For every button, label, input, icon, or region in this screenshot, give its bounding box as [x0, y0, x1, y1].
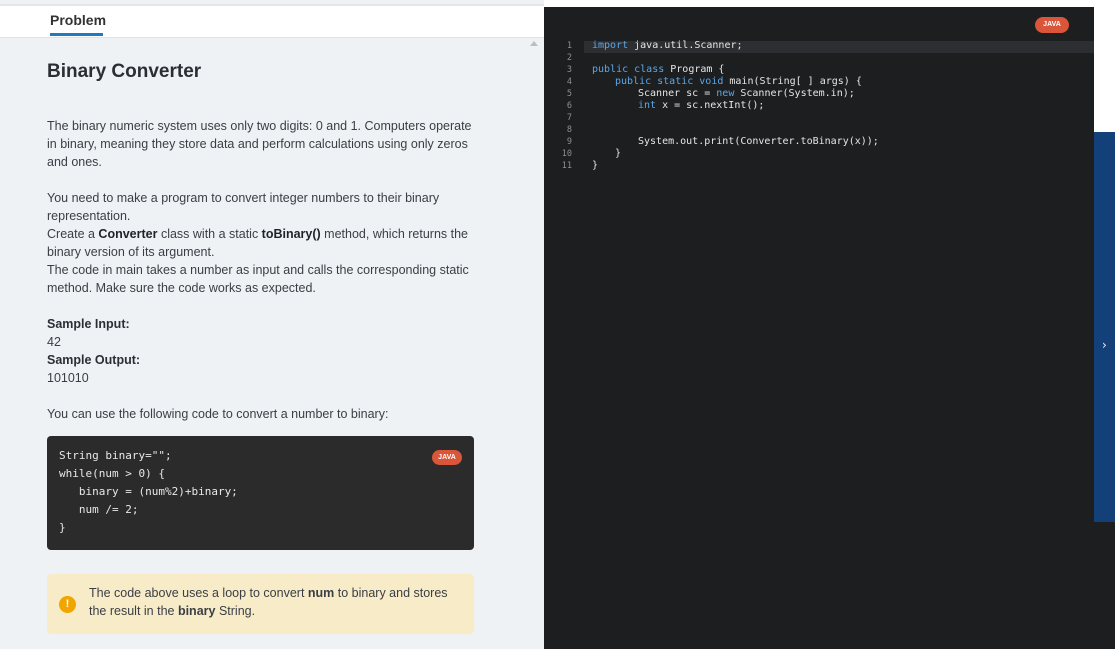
line-number: 1 [566, 41, 572, 51]
task-line-2: Create a Converter class with a static t… [47, 225, 477, 261]
code-line: while(num > 0) { [59, 467, 165, 480]
code-text: Program { [664, 64, 725, 75]
task-text: class with a static [157, 227, 262, 241]
note-variable: num [307, 586, 335, 600]
code-text: main(String[ ] args) { [723, 76, 862, 87]
source-line[interactable]: Scanner sc = new Scanner(System.in); [638, 88, 855, 99]
source-line[interactable]: import java.util.Scanner; [592, 40, 743, 51]
line-number: 7 [566, 113, 572, 123]
keyword: new [716, 88, 735, 99]
hint-intro: You can use the following code to conver… [47, 407, 389, 421]
task-line-1: You need to make a program to convert in… [47, 191, 440, 223]
source-line[interactable]: int x = sc.nextInt(); [638, 100, 764, 111]
active-tab-indicator [50, 33, 103, 36]
language-badge: JAVA [432, 450, 462, 465]
editor-language-badge[interactable]: JAVA [1035, 17, 1069, 33]
sample-input-label: Sample Input: [47, 317, 130, 331]
code-line: } [59, 521, 66, 534]
line-number: 2 [566, 53, 572, 63]
side-panel-footer [1094, 522, 1115, 649]
page-title: Binary Converter [47, 61, 202, 82]
keyword: import [592, 40, 629, 51]
note-text: The code above uses a loop to convert nu… [89, 584, 467, 620]
code-line: binary = (num%2)+binary; [59, 485, 238, 498]
code-text: Scanner(System.in); [734, 88, 855, 99]
line-number: 5 [566, 89, 572, 99]
note-variable: binary [177, 604, 216, 618]
side-panel-toggle[interactable]: › [1094, 132, 1115, 522]
sample-input-value: 42 [47, 335, 61, 349]
source-line[interactable]: } [615, 148, 621, 159]
note-segment: String. [215, 604, 256, 618]
note-callout: ! The code above uses a loop to convert … [47, 574, 474, 634]
method-name: toBinary() [261, 227, 321, 241]
task-line-3: The code in main takes a number as input… [47, 263, 469, 295]
code-line: String binary=""; [59, 449, 172, 462]
warning-icon: ! [59, 596, 76, 613]
intro-paragraph: The binary numeric system uses only two … [47, 119, 472, 169]
code-snippet: String binary=""; while(num > 0) { binar… [47, 436, 474, 550]
code-line: num /= 2; [59, 503, 139, 516]
scroll-up-arrow-icon[interactable] [530, 41, 538, 46]
line-number: 6 [566, 101, 572, 111]
sample-output-label: Sample Output: [47, 353, 141, 367]
task-description: You need to make a program to convert in… [47, 189, 477, 297]
code-text: Scanner sc = [638, 88, 717, 99]
line-number: 8 [566, 125, 572, 135]
line-number: 11 [561, 161, 572, 171]
tab-problem[interactable]: Problem [50, 12, 106, 28]
code-text: x = sc.nextInt(); [656, 100, 765, 111]
problem-pane: Problem Binary Converter The binary nume… [0, 0, 544, 649]
line-number: 9 [566, 137, 572, 147]
chevron-right-icon[interactable]: › [1102, 338, 1107, 352]
line-number: 3 [566, 65, 572, 75]
note-segment: The code above uses a loop to convert [89, 586, 308, 600]
keyword: public static void [615, 76, 724, 87]
task-text: Create a [47, 227, 99, 241]
source-line[interactable]: System.out.print(Converter.toBinary(x)); [638, 136, 879, 147]
right-side-panel: › [1094, 0, 1115, 649]
keyword: int [638, 100, 657, 111]
class-name: Converter [98, 227, 158, 241]
line-number: 10 [561, 149, 572, 159]
tab-bar: Problem [0, 6, 544, 38]
code-text: java.util.Scanner; [628, 40, 743, 51]
sample-output-value: 101010 [47, 371, 89, 385]
source-line[interactable]: public class Program { [592, 64, 724, 75]
editor-top-border [544, 0, 1094, 7]
source-line[interactable]: } [592, 160, 598, 171]
keyword: public class [592, 64, 665, 75]
source-line[interactable]: public static void main(String[ ] args) … [615, 76, 862, 87]
code-editor[interactable]: JAVA 1 2 3 4 5 6 7 8 9 10 11 import java… [544, 0, 1094, 649]
line-number: 4 [566, 77, 572, 87]
